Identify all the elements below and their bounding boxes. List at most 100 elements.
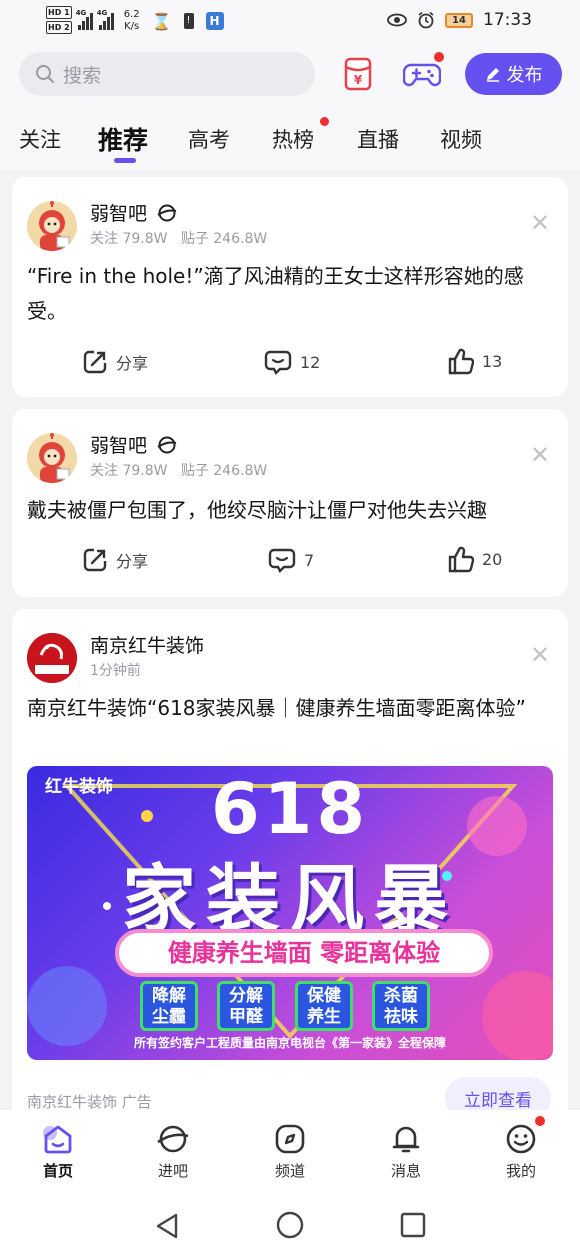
like-button[interactable]: 13 [448, 347, 502, 375]
home-icon [43, 1125, 72, 1154]
tab-recommend[interactable]: 推荐 [98, 121, 148, 157]
comment-count: 7 [304, 550, 315, 570]
nav-messages-label: 消息 [390, 1162, 421, 1180]
share-button[interactable]: 分享 [82, 547, 148, 573]
eye-icon [387, 13, 407, 27]
net1-label: 4G [75, 9, 87, 17]
nav-forums-label: 进吧 [157, 1162, 188, 1180]
forum-avatar[interactable] [27, 201, 77, 251]
game-button[interactable] [402, 52, 444, 94]
hd-indicator: HD 1 HD 2 [46, 6, 72, 36]
hourglass-icon: ⌛ [151, 11, 172, 31]
tab-live[interactable]: 直播 [357, 124, 399, 154]
forum-badge-icon [157, 204, 177, 222]
post-text[interactable]: “Fire in the hole!”滴了风油精的王女士这样形容她的感受。 [27, 259, 548, 329]
search-placeholder: 搜索 [63, 64, 102, 87]
comment-button[interactable]: 12 [264, 349, 320, 375]
ad-card[interactable]: 南京红牛装饰 1分钟前 ✕ 南京红牛装饰“618家装风暴｜健康养生墙面零距离体验… [12, 609, 568, 1129]
red-packet-button[interactable]: ¥ [338, 54, 378, 94]
tab-hot-list[interactable]: 热榜 [272, 124, 314, 154]
posts-count: 贴子 246.8W [180, 463, 268, 479]
like-count: 13 [482, 351, 503, 371]
forum-stats: 关注 79.8W 贴子 246.8W [90, 228, 267, 248]
post-card[interactable]: 弱智吧 关注 79.8W 贴子 246.8W ✕ 戴夫被僵尸包围了，他绞尽脑汁让… [12, 409, 568, 597]
like-count: 20 [482, 549, 503, 569]
followers-count: 关注 79.8W [90, 231, 168, 247]
hd1-label: HD 1 [46, 6, 72, 19]
ad-banner-image[interactable]: 红牛装饰 618 家装风暴 健康养生墙面 零距离体验 降解 尘霾 分解 甲醛 保健养… [27, 766, 553, 1060]
speed-value: 6.2 [123, 9, 140, 20]
top-header: 搜索 ¥ 发布 [0, 44, 580, 104]
share-icon [83, 548, 107, 572]
nav-home[interactable]: 首页 [18, 1122, 98, 1181]
search-icon [36, 65, 55, 84]
nav-messages[interactable]: 消息 [366, 1122, 446, 1181]
comment-icon [268, 548, 296, 573]
compass-icon [275, 1124, 305, 1154]
forum-badge-icon [157, 436, 177, 454]
posts-count: 贴子 246.8W [180, 231, 268, 247]
forum-name[interactable]: 弱智吧 [90, 199, 177, 226]
bottom-nav: 首页 进吧 频道 消息 我的 [0, 1110, 580, 1194]
hd2-label: HD 2 [46, 21, 72, 34]
notification-dot [320, 117, 329, 126]
banner-feature: 降解 尘霾 [140, 981, 198, 1031]
banner-number: 618 [210, 768, 370, 850]
net2-label: 4G [96, 9, 108, 17]
forum-name[interactable]: 弱智吧 [90, 431, 177, 458]
close-icon[interactable]: ✕ [530, 443, 550, 467]
nav-profile-label: 我的 [505, 1162, 536, 1180]
advertiser-logo[interactable] [27, 633, 77, 683]
speed-unit: K/s [124, 21, 140, 32]
followers-count: 关注 79.8W [90, 463, 168, 479]
close-icon[interactable]: ✕ [530, 643, 550, 667]
signal-icon: 4G [96, 9, 114, 30]
bell-icon [392, 1126, 420, 1153]
post-text[interactable]: 戴夫被僵尸包围了，他绞尽脑汁让僵尸对他失去兴趣 [27, 493, 548, 528]
recents-icon[interactable] [400, 1212, 426, 1238]
tab-following[interactable]: 关注 [19, 124, 61, 154]
gamepad-icon [403, 63, 441, 87]
banner-feature: 杀菌 祛味 [372, 981, 430, 1031]
active-tab-indicator [114, 158, 136, 163]
share-label: 分享 [116, 354, 149, 373]
red-packet-icon: ¥ [344, 57, 372, 91]
feed-tabs: 关注 推荐 高考 热榜 直播 视频 [0, 104, 580, 170]
network-speed: 6.2 K/s [124, 9, 140, 33]
share-icon [83, 350, 107, 374]
forum-avatar[interactable] [27, 433, 77, 483]
ad-label: 南京红牛装饰 广告 [27, 1093, 152, 1111]
tab-gaokao[interactable]: 高考 [188, 124, 230, 154]
search-input[interactable]: 搜索 [19, 52, 315, 96]
alarm-icon [418, 11, 434, 29]
alert-icon: ! [183, 13, 194, 29]
ad-text[interactable]: 南京红牛装饰“618家装风暴｜健康养生墙面零距离体验” [27, 691, 548, 726]
advertiser-name[interactable]: 南京红牛装饰 [90, 631, 204, 658]
notification-dot [434, 52, 444, 62]
smiley-icon [506, 1124, 536, 1154]
close-icon[interactable]: ✕ [530, 211, 550, 235]
nav-profile[interactable]: 我的 [481, 1122, 561, 1181]
comment-button[interactable]: 7 [268, 547, 314, 573]
share-button[interactable]: 分享 [82, 349, 148, 375]
battery-icon: 14 [445, 12, 473, 28]
signal-icon: 4G [75, 9, 93, 30]
comment-count: 12 [300, 352, 321, 372]
banner-feature: 分解 甲醛 [217, 981, 275, 1031]
app-notification-icon: H [205, 12, 224, 30]
post-card[interactable]: 弱智吧 关注 79.8W 贴子 246.8W ✕ “Fire in the ho… [12, 177, 568, 397]
status-bar: HD 1 HD 2 4G 4G 6.2 K/s ⌛ ! H 14 17:33 [0, 0, 580, 44]
nav-home-label: 首页 [42, 1162, 73, 1180]
nav-channel[interactable]: 频道 [250, 1122, 330, 1181]
ad-time: 1分钟前 [90, 663, 141, 679]
clock-time: 17:33 [483, 10, 532, 30]
tab-video[interactable]: 视频 [440, 124, 482, 154]
back-icon[interactable] [154, 1212, 180, 1240]
publish-button[interactable]: 发布 [465, 53, 562, 95]
like-button[interactable]: 20 [448, 545, 502, 573]
banner-feature: 保健 养生 [295, 981, 353, 1031]
forum-stats: 关注 79.8W 贴子 246.8W [90, 460, 267, 480]
thumbs-up-icon [448, 546, 474, 573]
home-circle-icon[interactable] [276, 1211, 304, 1239]
nav-forums[interactable]: 进吧 [133, 1122, 213, 1181]
